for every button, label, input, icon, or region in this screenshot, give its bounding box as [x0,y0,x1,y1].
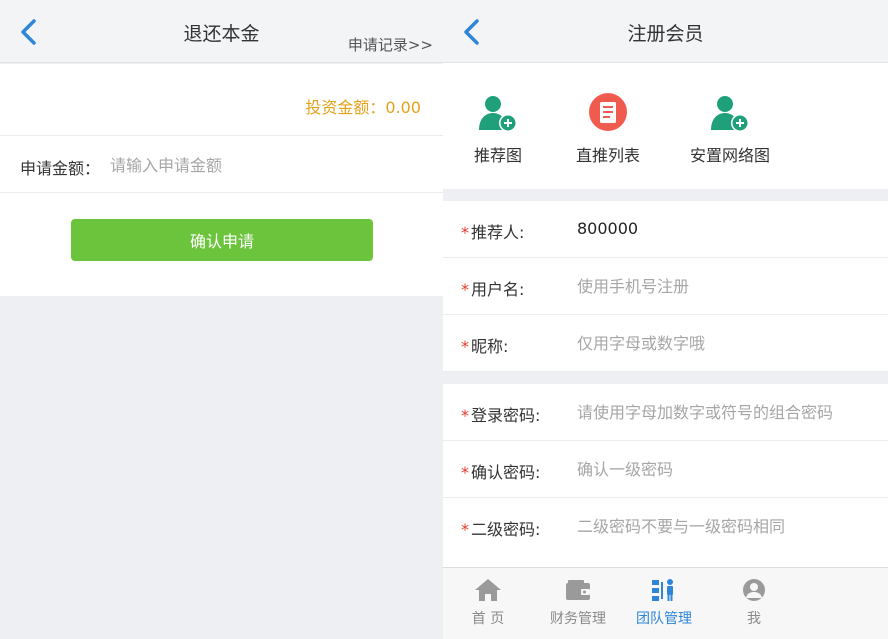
bottom-tab-bar: 首 页 财务管理 团队管理 我 [443,567,888,639]
refund-form: 投资金额：0.00 申请金额： 确认申请 [0,64,443,296]
apply-amount-row: 申请金额： [0,137,443,193]
quick-actions: 推荐图 直推列表 安置网络图 [443,64,888,189]
referrer-label: * 推荐人: [461,223,525,242]
add-user-icon [711,96,749,132]
nickname-input[interactable] [577,327,877,359]
header-bar: 注册会员 [443,0,888,63]
secondary-password-row: * 二级密码: [443,498,888,555]
tab-label: 首 页 [471,611,505,627]
username-label: * 用户名: [461,280,525,299]
investment-amount-row: 投资金额：0.00 [0,64,443,136]
confirm-password-input[interactable] [577,453,877,485]
required-mark: * [461,463,469,482]
username-row: * 用户名: [443,258,888,315]
wallet-icon [566,580,590,600]
action-label: 直推列表 [575,146,640,165]
header-bar: 退还本金 申请记录>> [0,0,443,63]
nickname-row: * 昵称: [443,315,888,372]
referrer-row: * 推荐人: 800000 [443,201,888,258]
required-mark: * [461,280,469,299]
required-mark: * [461,337,469,356]
tab-label: 财务管理 [550,611,606,627]
list-icon [589,93,627,131]
tab-team[interactable]: 团队管理 [619,578,709,628]
section-divider [443,372,888,384]
tab-label: 我 [747,611,761,627]
team-icon [652,579,673,601]
login-password-input[interactable] [577,396,877,428]
login-password-label: * 登录密码: [461,406,541,425]
tab-finance[interactable]: 财务管理 [533,578,623,628]
action-direct-list[interactable]: 直推列表 [553,92,663,166]
username-input[interactable] [577,270,877,302]
add-user-icon [479,96,517,132]
confirm-password-row: * 确认密码: [443,441,888,498]
required-mark: * [461,520,469,539]
secondary-password-label: * 二级密码: [461,520,541,539]
required-mark: * [461,406,469,425]
action-label: 安置网络图 [689,146,770,165]
nickname-label: * 昵称: [461,337,509,356]
page-title: 注册会员 [627,23,704,45]
confirm-password-label: * 确认密码: [461,463,541,482]
action-label: 推荐图 [473,146,522,165]
confirm-apply-button[interactable]: 确认申请 [71,219,373,261]
referrer-value: 800000 [577,219,639,238]
apply-amount-label: 申请金额： [20,159,101,178]
user-icon [743,579,765,601]
investment-amount-label: 投资金额：0.00 [305,98,421,117]
section-divider [443,189,888,201]
refund-principal-screen: 退还本金 申请记录>> 投资金额：0.00 申请金额： 确认申请 [0,0,443,639]
action-recommend-chart[interactable]: 推荐图 [443,92,553,166]
secondary-password-input[interactable] [577,510,877,542]
tab-home[interactable]: 首 页 [443,578,533,628]
apply-records-link[interactable]: 申请记录>> [348,34,433,55]
action-placement-network[interactable]: 安置网络图 [675,92,785,166]
register-member-screen: 注册会员 推荐图 直推列表 安置网络图 * 推荐人: 800000 * 用户名:… [443,0,888,639]
login-password-row: * 登录密码: [443,384,888,441]
tab-me[interactable]: 我 [709,578,799,628]
apply-amount-input[interactable] [110,149,410,181]
tab-label: 团队管理 [636,611,692,627]
home-icon [475,579,501,601]
required-mark: * [461,223,469,242]
